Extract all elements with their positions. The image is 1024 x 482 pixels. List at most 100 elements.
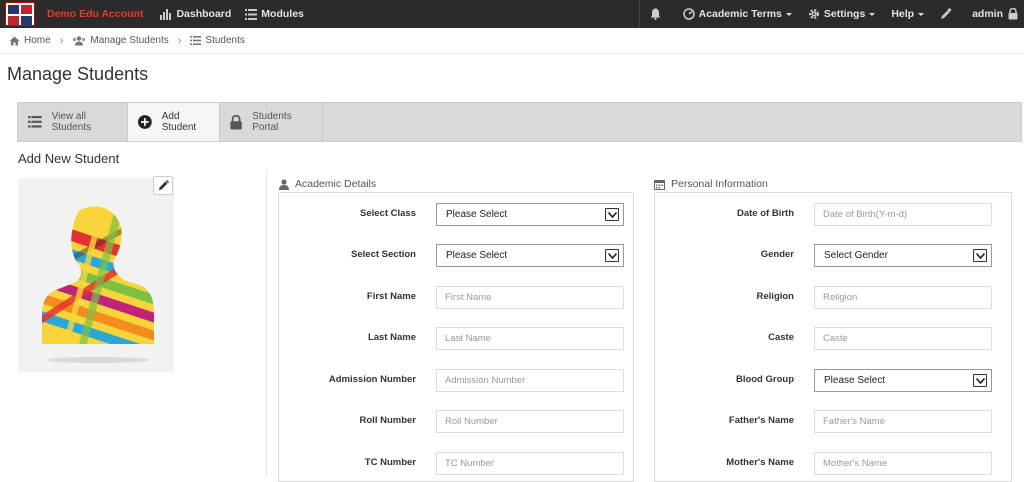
- edit-photo-button[interactable]: [153, 176, 173, 195]
- nav-modules[interactable]: Modules: [245, 8, 304, 20]
- personal-information-heading: Personal Information: [654, 178, 768, 190]
- brand-link[interactable]: Demo Edu Account: [47, 8, 143, 20]
- tab-label: View all Students: [51, 111, 92, 133]
- top-navbar: Demo Edu Account Dashboard Modules Acade…: [0, 0, 1024, 28]
- gear-icon: [808, 9, 819, 19]
- users-icon: [73, 35, 86, 45]
- dashboard-gauge-icon: [682, 8, 695, 20]
- tab-label: Students Portal: [252, 111, 292, 133]
- section-title: Add New Student: [18, 151, 120, 166]
- user-menu[interactable]: admin: [964, 8, 1024, 20]
- bar-chart-icon: [160, 8, 172, 20]
- notifications-button[interactable]: [640, 8, 675, 20]
- breadcrumb-manage-students-label: Manage Students: [90, 35, 169, 46]
- nav-academic-terms[interactable]: Academic Terms: [675, 8, 800, 20]
- select-class-value: Please Select: [446, 209, 508, 220]
- breadcrumb-home-label: Home: [24, 35, 51, 46]
- school-logo[interactable]: [5, 2, 35, 26]
- breadcrumb-home[interactable]: Home: [9, 35, 51, 46]
- home-icon: [9, 36, 20, 45]
- quick-tools-button[interactable]: [932, 8, 964, 20]
- chevron-down-icon: [973, 249, 987, 262]
- chevron-down-icon: [785, 12, 792, 16]
- blood-group-label: Blood Group: [735, 374, 794, 385]
- first-name-label: First Name: [366, 291, 416, 302]
- caste-input[interactable]: Caste: [814, 327, 992, 350]
- admission-number-label: Admission Number: [328, 374, 416, 385]
- bell-icon: [650, 8, 661, 20]
- academic-details-title: Academic Details: [295, 178, 377, 190]
- blood-group-value: Please Select: [824, 375, 886, 386]
- nav-academic-terms-label: Academic Terms: [698, 8, 782, 20]
- form-row-fathers-name: Father's Name Father's Name: [655, 410, 1011, 434]
- breadcrumb-students: Students: [190, 35, 245, 46]
- lock-icon: [230, 114, 242, 129]
- form-row-tc-number: TC Number TC Number: [279, 452, 633, 476]
- chevron-down-icon: [605, 249, 619, 262]
- academic-details-heading: Academic Details: [279, 178, 376, 190]
- plus-circle-icon: [138, 115, 152, 129]
- list-icon: [245, 8, 258, 20]
- form-row-blood-group: Blood Group Please Select: [655, 369, 1011, 393]
- gender-value: Select Gender: [824, 250, 888, 261]
- nav-dashboard[interactable]: Dashboard: [160, 8, 231, 20]
- nav-settings[interactable]: Settings: [800, 8, 883, 20]
- avatar: [42, 206, 154, 363]
- chevron-down-icon: [869, 12, 876, 16]
- pencil-icon: [158, 180, 169, 190]
- select-class-label: Select Class: [360, 208, 416, 219]
- form-row-caste: Caste Caste: [655, 327, 1011, 351]
- form-row-religion: Religion Religion: [655, 286, 1011, 310]
- form-row-roll-number: Roll Number Roll Number: [279, 410, 633, 434]
- nav-help-label: Help: [891, 8, 915, 20]
- chevron-down-icon: [918, 12, 925, 16]
- form-row-gender: Gender Select Gender: [655, 244, 1011, 268]
- select-section-label: Select Section: [351, 249, 416, 260]
- nav-modules-label: Modules: [261, 8, 304, 20]
- lock-icon: [1008, 8, 1018, 20]
- nav-help[interactable]: Help: [883, 8, 932, 20]
- gender-label: Gender: [760, 249, 794, 260]
- dob-label: Date of Birth: [737, 208, 794, 219]
- form-row-first-name: First Name First Name: [279, 286, 633, 310]
- form-row-dob: Date of Birth Date of Birth(Y-m-d): [655, 203, 1011, 227]
- student-tabs: View all Students Add Student Students P…: [17, 102, 1022, 142]
- dob-input[interactable]: Date of Birth(Y-m-d): [814, 203, 992, 226]
- user-icon: [279, 178, 289, 190]
- blood-group-dropdown[interactable]: Please Select: [814, 369, 992, 392]
- personal-information-panel: Date of Birth Date of Birth(Y-m-d) Gende…: [654, 192, 1012, 482]
- tab-view-all-students[interactable]: View all Students: [18, 103, 128, 141]
- tc-number-label: TC Number: [364, 457, 416, 468]
- select-section-value: Please Select: [446, 250, 508, 261]
- admission-number-input[interactable]: Admission Number: [436, 369, 624, 392]
- academic-details-panel: Select Class Please Select Select Sectio…: [278, 192, 634, 482]
- tc-number-input[interactable]: TC Number: [436, 452, 624, 475]
- breadcrumb-manage-students[interactable]: Manage Students: [72, 35, 169, 46]
- list-icon: [190, 36, 202, 45]
- tab-students-portal[interactable]: Students Portal: [220, 103, 323, 141]
- caste-label: Caste: [768, 332, 794, 343]
- last-name-input[interactable]: Last Name: [436, 327, 624, 350]
- eyedropper-icon: [941, 8, 952, 19]
- chevron-down-icon: [973, 374, 987, 387]
- roll-number-label: Roll Number: [359, 415, 416, 426]
- gender-dropdown[interactable]: Select Gender: [814, 244, 992, 267]
- first-name-input[interactable]: First Name: [436, 286, 624, 309]
- page-title: Manage Students: [7, 64, 149, 84]
- nav-dashboard-label: Dashboard: [176, 8, 232, 20]
- chevron-right-icon: ›: [59, 34, 64, 47]
- student-photo: [18, 178, 174, 372]
- roll-number-input[interactable]: Roll Number: [436, 410, 624, 433]
- mothers-name-input[interactable]: Mother's Name: [814, 452, 992, 475]
- fathers-name-input[interactable]: Father's Name: [814, 410, 992, 433]
- nav-settings-label: Settings: [823, 8, 866, 20]
- select-section-dropdown[interactable]: Please Select: [436, 244, 624, 267]
- tab-add-student[interactable]: Add Student: [128, 103, 220, 141]
- breadcrumb: Home › Manage Students › Students: [0, 28, 1024, 54]
- user-name: admin: [972, 8, 1003, 20]
- personal-information-title: Personal Information: [671, 178, 768, 190]
- fathers-name-label: Father's Name: [728, 415, 794, 426]
- select-class-dropdown[interactable]: Please Select: [436, 203, 624, 226]
- religion-input[interactable]: Religion: [814, 286, 992, 309]
- form-row-select-class: Select Class Please Select: [279, 203, 633, 227]
